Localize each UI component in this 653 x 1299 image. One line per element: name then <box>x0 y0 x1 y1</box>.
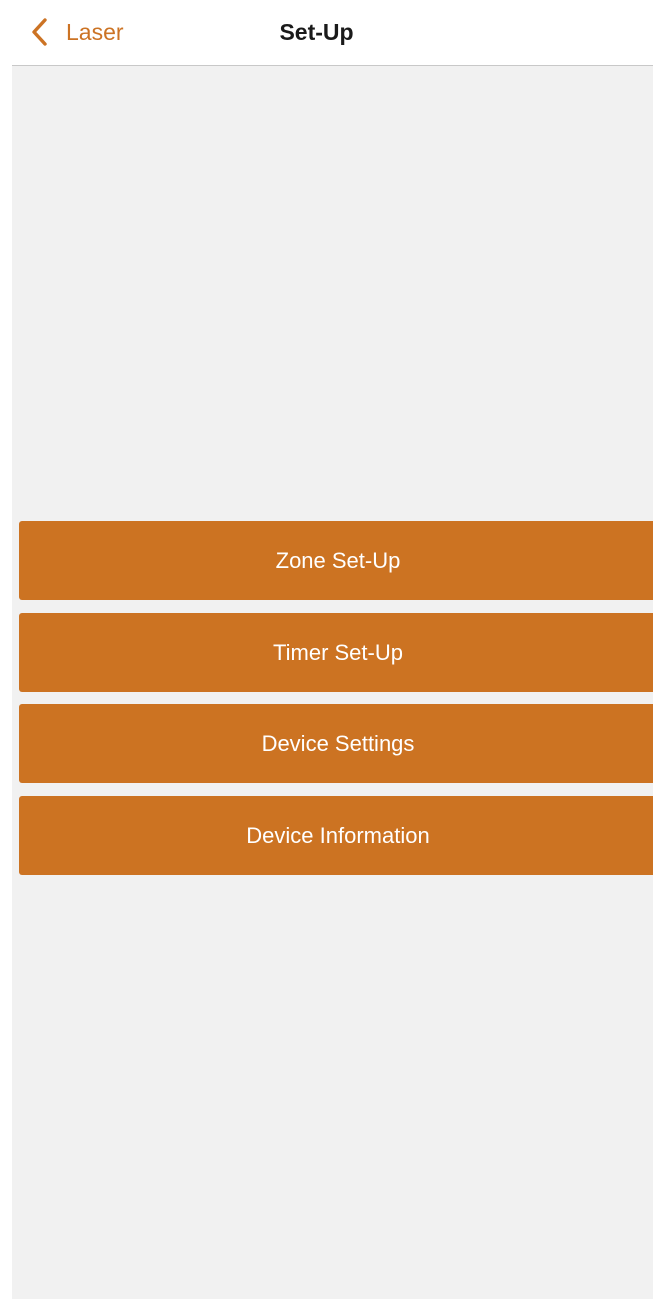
page-title: Set-Up <box>279 19 354 45</box>
timer-setup-button[interactable]: Timer Set-Up <box>19 613 653 692</box>
setup-screen: Laser Set-Up Zone Set-Up Timer Set-Up De… <box>0 0 653 1299</box>
device-information-button[interactable]: Device Information <box>19 796 653 875</box>
device-settings-button-label: Device Settings <box>261 730 415 756</box>
device-information-button-label: Device Information <box>246 822 430 848</box>
timer-setup-button-label: Timer Set-Up <box>273 639 403 665</box>
zone-setup-button[interactable]: Zone Set-Up <box>19 521 653 600</box>
navigation-bar: Laser Set-Up <box>0 0 653 65</box>
device-settings-button[interactable]: Device Settings <box>19 704 653 783</box>
zone-setup-button-label: Zone Set-Up <box>275 547 401 573</box>
